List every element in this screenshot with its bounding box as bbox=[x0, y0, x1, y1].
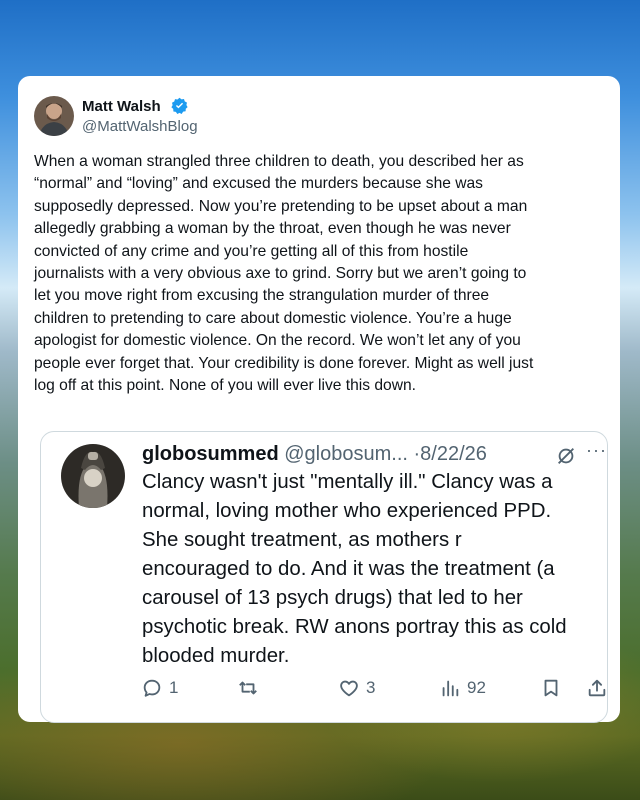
reply-icon bbox=[143, 679, 161, 697]
bookmark-icon bbox=[544, 679, 558, 697]
retweet-button[interactable] bbox=[237, 677, 265, 699]
quoted-handle[interactable]: @globosum... bbox=[284, 443, 408, 465]
share-icon bbox=[588, 679, 606, 697]
like-count: 3 bbox=[366, 678, 376, 697]
retweet-icon bbox=[239, 681, 257, 695]
more-options-icon[interactable]: ··· bbox=[586, 440, 607, 461]
quoted-tweet[interactable]: globosummed @globosum... ·8/22/26 ··· Cl… bbox=[40, 431, 608, 723]
grok-icon[interactable] bbox=[555, 445, 577, 467]
bookmark-button[interactable] bbox=[540, 677, 562, 699]
views-button[interactable]: 92 bbox=[439, 677, 486, 699]
author-display-name[interactable]: Matt Walsh bbox=[82, 98, 161, 115]
views-chart-icon bbox=[442, 680, 459, 697]
quoted-display-name[interactable]: globosummed bbox=[142, 443, 279, 465]
verified-badge-icon bbox=[171, 97, 188, 114]
reply-button[interactable]: 1 bbox=[141, 677, 178, 699]
like-button[interactable]: 3 bbox=[338, 677, 375, 699]
author-avatar[interactable] bbox=[34, 96, 74, 136]
quoted-tweet-text: Clancy wasn't just "mentally ill." Clanc… bbox=[142, 471, 567, 667]
tweet-text: When a woman strangled three children to… bbox=[34, 153, 534, 395]
heart-icon bbox=[340, 680, 358, 697]
quoted-date[interactable]: 8/22/26 bbox=[420, 443, 487, 465]
tweet-card: Matt Walsh @MattWalshBlog When a woman s… bbox=[18, 76, 620, 723]
views-count: 92 bbox=[467, 678, 486, 697]
share-button[interactable] bbox=[586, 677, 608, 699]
quoted-actions-bar: 1 3 92 bbox=[41, 677, 609, 707]
quoted-header: globosummed @globosum... ·8/22/26 bbox=[142, 440, 487, 468]
quoted-author-avatar[interactable] bbox=[61, 444, 125, 508]
reply-count: 1 bbox=[169, 678, 179, 697]
author-handle[interactable]: @MattWalshBlog bbox=[82, 118, 198, 135]
